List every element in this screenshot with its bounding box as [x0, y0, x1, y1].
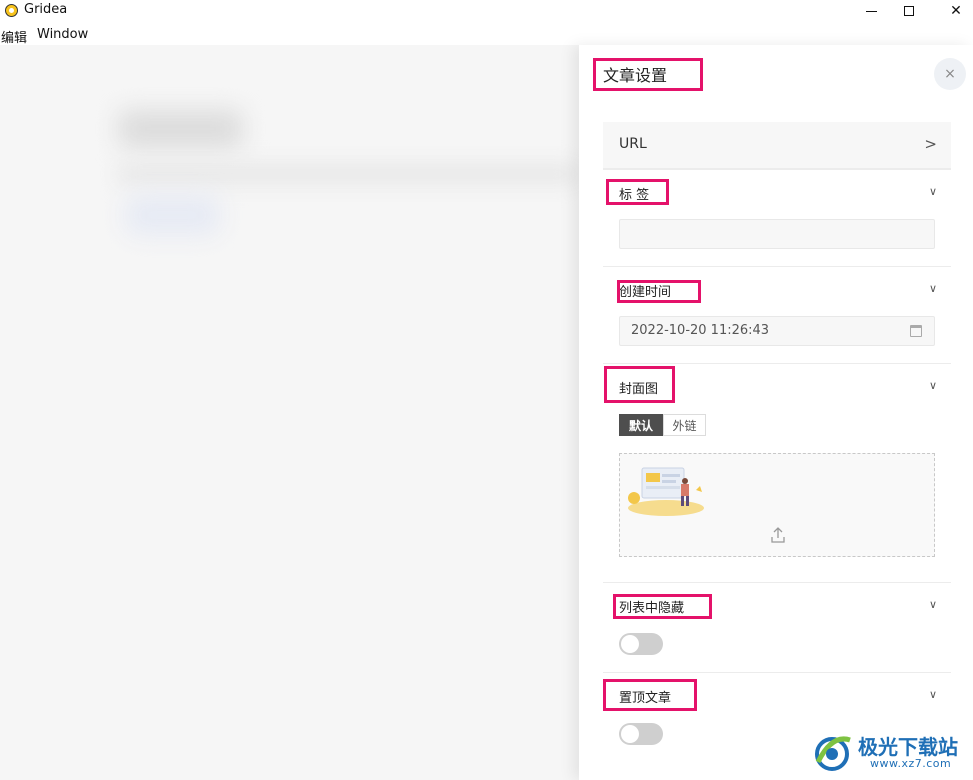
maximize-button[interactable] — [886, 0, 932, 22]
title-bar: Gridea ✕ — [0, 0, 973, 24]
highlight-pin-article — [603, 679, 697, 711]
cover-tab-external[interactable]: 外链 — [663, 414, 706, 436]
highlight-tags — [606, 179, 669, 205]
pin-article-toggle[interactable] — [619, 723, 663, 745]
watermark-text: 极光下载站 — [858, 735, 958, 759]
calendar-icon — [910, 325, 922, 337]
blurred-title — [118, 110, 243, 148]
watermark: 极光下载站 www.xz7.com — [812, 730, 972, 780]
menu-edit[interactable]: 编辑 — [1, 27, 27, 46]
cover-tab-default[interactable]: 默认 — [619, 414, 663, 436]
hide-in-list-toggle[interactable] — [619, 633, 663, 655]
menu-bar: 编辑 Window — [0, 24, 973, 46]
close-window-button[interactable]: ✕ — [933, 0, 973, 22]
blurred-editor-area — [0, 45, 579, 780]
chevron-down-icon[interactable]: ∨ — [929, 282, 937, 295]
chevron-down-icon[interactable]: ∨ — [929, 598, 937, 611]
article-settings-panel: 文章设置 × URL > 标 签 ∨ 创建时间 ∨ 2022-10-20 11:… — [579, 45, 973, 780]
cover-illustration-icon — [628, 467, 704, 516]
created-time-value: 2022-10-20 11:26:43 — [631, 323, 770, 338]
maximize-icon — [904, 6, 914, 16]
created-time-picker[interactable]: 2022-10-20 11:26:43 — [619, 316, 935, 346]
highlight-hide-in-list — [613, 594, 712, 619]
highlight-created-time — [617, 280, 701, 303]
close-panel-button[interactable]: × — [934, 58, 966, 90]
url-label: URL — [619, 136, 647, 152]
tags-input[interactable] — [619, 219, 935, 249]
watermark-logo-icon — [815, 736, 851, 771]
close-icon: × — [944, 66, 956, 82]
url-row[interactable]: URL > — [603, 122, 951, 169]
chevron-down-icon[interactable]: ∨ — [929, 379, 937, 392]
chevron-down-icon[interactable]: ∨ — [929, 185, 937, 198]
chevron-right-icon: > — [924, 135, 937, 153]
highlight-cover — [604, 366, 675, 403]
minimize-icon — [865, 10, 877, 12]
blurred-block — [125, 195, 220, 235]
gridea-logo-icon — [5, 4, 18, 17]
watermark-url: www.xz7.com — [870, 757, 952, 770]
window-title: Gridea — [24, 2, 68, 17]
menu-window[interactable]: Window — [37, 27, 88, 42]
upload-icon[interactable] — [770, 526, 786, 544]
blurred-line — [118, 165, 578, 183]
chevron-down-icon[interactable]: ∨ — [929, 688, 937, 701]
highlight-panel-title — [593, 58, 703, 91]
cover-upload-area[interactable] — [619, 453, 935, 557]
